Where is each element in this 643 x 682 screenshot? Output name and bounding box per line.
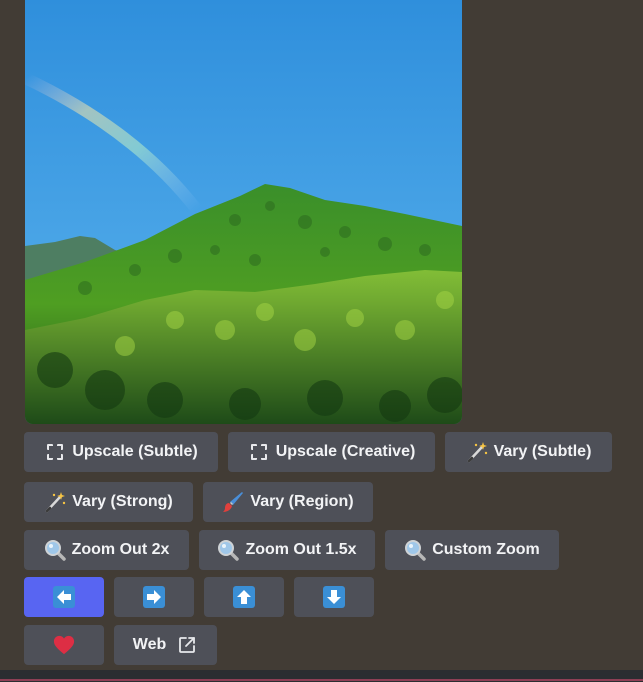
vary-region-button[interactable]: Vary (Region)	[203, 482, 373, 522]
arrow-left-icon	[53, 586, 75, 608]
upscale-creative-label: Upscale (Creative)	[275, 443, 416, 460]
favorite-button[interactable]	[24, 625, 104, 665]
pan-left-button[interactable]	[24, 577, 104, 617]
magic-wand-icon	[466, 441, 488, 463]
magnifier-icon	[217, 539, 240, 561]
upscale-subtle-label: Upscale (Subtle)	[72, 443, 198, 460]
pan-down-button[interactable]	[294, 577, 374, 617]
zoom-out-1-5x-button[interactable]: Zoom Out 1.5x	[199, 530, 375, 570]
expand-arrows-icon	[44, 441, 66, 463]
arrow-right-icon	[143, 586, 165, 608]
heart-icon	[53, 634, 75, 656]
zoom-out-2x-button[interactable]: Zoom Out 2x	[24, 530, 189, 570]
custom-zoom-label: Custom Zoom	[432, 541, 540, 558]
arrow-up-icon	[233, 586, 255, 608]
web-link-button[interactable]: Web	[114, 625, 217, 665]
pan-up-button[interactable]	[204, 577, 284, 617]
zoom-out-2x-label: Zoom Out 2x	[71, 541, 170, 558]
paintbrush-icon	[222, 491, 244, 513]
divider-line	[0, 679, 643, 681]
magnifier-icon	[44, 539, 66, 561]
vary-subtle-button[interactable]: Vary (Subtle)	[445, 432, 612, 472]
magnifier-icon	[404, 539, 426, 561]
custom-zoom-button[interactable]: Custom Zoom	[385, 530, 559, 570]
generated-image[interactable]	[25, 0, 462, 424]
vary-subtle-label: Vary (Subtle)	[493, 443, 592, 460]
vary-strong-label: Vary (Strong)	[72, 493, 173, 510]
web-label: Web	[132, 636, 167, 653]
upscale-subtle-button[interactable]: Upscale (Subtle)	[24, 432, 218, 472]
arrow-down-icon	[323, 586, 345, 608]
midjourney-message: Upscale (Subtle) Upscale (Creative) Vary…	[0, 0, 643, 682]
generated-image-artwork	[25, 0, 462, 424]
upscale-creative-button[interactable]: Upscale (Creative)	[228, 432, 435, 472]
vary-region-label: Vary (Region)	[250, 493, 354, 510]
pan-right-button[interactable]	[114, 577, 194, 617]
bottom-divider	[0, 670, 643, 682]
vary-strong-button[interactable]: Vary (Strong)	[24, 482, 193, 522]
external-link-icon	[176, 634, 198, 656]
magic-wand-icon	[44, 491, 66, 513]
expand-arrows-icon	[248, 441, 270, 463]
zoom-out-1-5x-label: Zoom Out 1.5x	[245, 541, 357, 558]
